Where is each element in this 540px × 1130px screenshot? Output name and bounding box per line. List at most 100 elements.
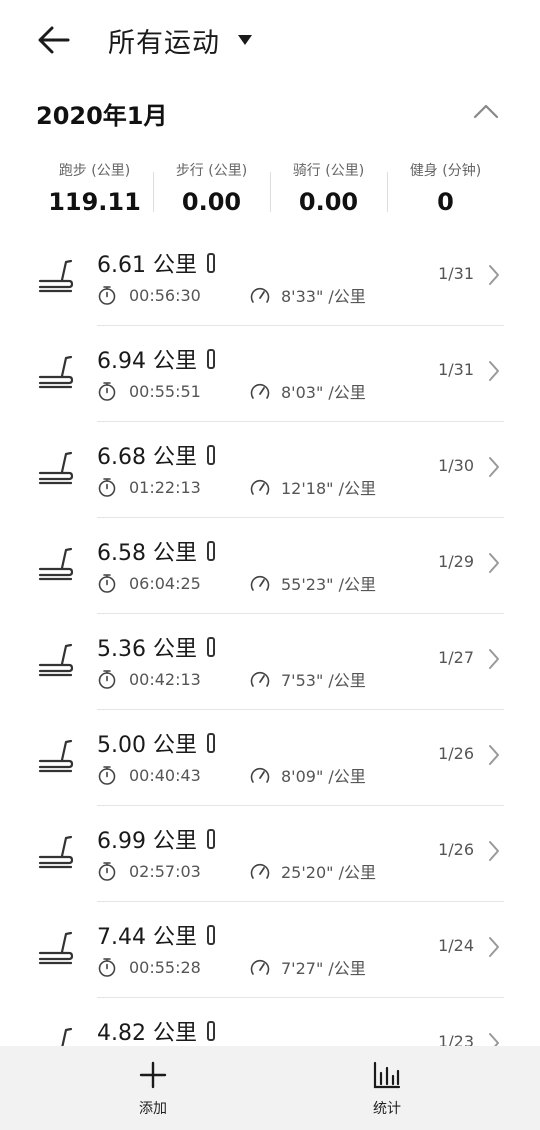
duration-value: 06:04:25 <box>129 573 201 593</box>
summary-cycling: 骑行 (公里) 0.00 <box>270 158 387 222</box>
workout-row[interactable]: 5.36 公里 00:42:13 7'53" /公里 1/27 <box>0 614 540 710</box>
pace-value: 8'33" /公里 <box>281 287 366 306</box>
workout-details: 4.82 公里 <box>97 1016 427 1046</box>
workout-row[interactable]: 6.58 公里 06:04:25 55'23" /公里 1/29 <box>0 518 540 614</box>
chevron-up-icon[interactable] <box>472 100 500 122</box>
workout-details: 6.99 公里 02:57:03 25'20" /公里 <box>97 824 427 886</box>
workout-date: 1/26 <box>438 744 474 763</box>
workout-details: 6.58 公里 06:04:25 55'23" /公里 <box>97 536 427 598</box>
metrics-line: 00:56:30 8'33" /公里 <box>97 280 427 310</box>
stopwatch-icon <box>98 478 116 497</box>
treadmill-icon <box>38 547 74 581</box>
distance-value: 6.61 公里 <box>97 253 197 278</box>
workout-date: 1/24 <box>438 936 474 955</box>
speedometer-icon <box>250 479 270 495</box>
add-label: 添加 <box>139 1101 167 1117</box>
band-icon <box>206 1021 215 1041</box>
duration-value: 00:56:30 <box>129 285 201 305</box>
workout-details: 7.44 公里 00:55:28 7'27" /公里 <box>97 920 427 982</box>
workout-date: 1/31 <box>438 264 474 283</box>
summary-running: 跑步 (公里) 119.11 <box>36 158 153 222</box>
chevron-right-icon <box>489 745 499 765</box>
treadmill-icon <box>38 451 74 485</box>
stopwatch-icon <box>98 286 116 305</box>
workout-details: 6.94 公里 00:55:51 8'03" /公里 <box>97 344 427 406</box>
distance-line: 6.61 公里 <box>97 248 427 278</box>
chevron-right-icon <box>489 1033 499 1046</box>
distance-line: 6.99 公里 <box>97 824 427 854</box>
workout-date: 1/26 <box>438 840 474 859</box>
band-icon <box>206 349 215 369</box>
pace-value: 55'23" /公里 <box>281 575 376 594</box>
month-summary: 跑步 (公里) 119.11 步行 (公里) 0.00 骑行 (公里) 0.00… <box>36 158 504 222</box>
distance-line: 6.68 公里 <box>97 440 427 470</box>
activity-type-selector[interactable]: 所有运动 <box>108 20 252 60</box>
workout-row[interactable]: 7.44 公里 00:55:28 7'27" /公里 1/24 <box>0 902 540 998</box>
duration-value: 00:55:28 <box>129 957 201 977</box>
pace-value: 25'20" /公里 <box>281 863 376 882</box>
bar-chart-icon <box>373 1061 401 1089</box>
workout-list[interactable]: 6.61 公里 00:56:30 8'33" /公里 1/31 6.94 公里 … <box>0 230 540 1046</box>
summary-value: 0.00 <box>181 188 242 216</box>
band-icon <box>206 829 215 849</box>
chevron-right-icon <box>489 265 499 285</box>
distance-line: 6.94 公里 <box>97 344 427 374</box>
treadmill-icon <box>38 931 74 965</box>
treadmill-icon <box>38 355 74 389</box>
distance-value: 6.99 公里 <box>97 829 197 854</box>
chevron-right-icon <box>489 649 499 669</box>
stats-button[interactable]: 统计 <box>347 1060 427 1124</box>
workout-row[interactable]: 5.00 公里 00:40:43 8'09" /公里 1/26 <box>0 710 540 806</box>
band-icon <box>206 925 215 945</box>
summary-value: 0.00 <box>298 188 359 216</box>
distance-value: 4.82 公里 <box>97 1021 197 1046</box>
treadmill-icon <box>38 835 74 869</box>
stopwatch-icon <box>98 766 116 785</box>
stopwatch-icon <box>98 382 116 401</box>
treadmill-icon <box>38 739 74 773</box>
header: 所有运动 <box>0 0 540 82</box>
workout-details: 6.68 公里 01:22:13 12'18" /公里 <box>97 440 427 502</box>
stopwatch-icon <box>98 670 116 689</box>
stopwatch-icon <box>98 958 116 977</box>
workout-row[interactable]: 6.99 公里 02:57:03 25'20" /公里 1/26 <box>0 806 540 902</box>
chevron-right-icon <box>489 841 499 861</box>
band-icon <box>206 541 215 561</box>
distance-value: 6.68 公里 <box>97 445 197 470</box>
summary-label: 骑行 (公里) <box>292 163 365 179</box>
speedometer-icon <box>250 959 270 975</box>
metrics-line: 00:40:43 8'09" /公里 <box>97 760 427 790</box>
distance-value: 7.44 公里 <box>97 925 197 950</box>
distance-value: 5.00 公里 <box>97 733 197 758</box>
month-label: 2020年1月 <box>36 102 168 130</box>
arrow-left-icon[interactable] <box>36 22 72 58</box>
caret-down-icon <box>238 35 252 45</box>
workout-details: 6.61 公里 00:56:30 8'33" /公里 <box>97 248 427 310</box>
duration-value: 00:42:13 <box>129 669 201 689</box>
workout-row[interactable]: 6.61 公里 00:56:30 8'33" /公里 1/31 <box>0 230 540 326</box>
metrics-line: 00:55:28 7'27" /公里 <box>97 952 427 982</box>
speedometer-icon <box>250 767 270 783</box>
workout-row[interactable]: 6.68 公里 01:22:13 12'18" /公里 1/30 <box>0 422 540 518</box>
distance-line: 4.82 公里 <box>97 1016 427 1046</box>
workout-row[interactable]: 4.82 公里 1/23 <box>0 998 540 1046</box>
metrics-line: 02:57:03 25'20" /公里 <box>97 856 427 886</box>
pace-value: 7'27" /公里 <box>281 959 366 978</box>
metrics-line: 06:04:25 55'23" /公里 <box>97 568 427 598</box>
summary-walking: 步行 (公里) 0.00 <box>153 158 270 222</box>
summary-label: 跑步 (公里) <box>58 163 131 179</box>
pace-value: 8'09" /公里 <box>281 767 366 786</box>
chevron-right-icon <box>489 457 499 477</box>
treadmill-icon <box>38 259 74 293</box>
workout-details: 5.00 公里 00:40:43 8'09" /公里 <box>97 728 427 790</box>
speedometer-icon <box>250 287 270 303</box>
stopwatch-icon <box>98 862 116 881</box>
add-button[interactable]: 添加 <box>113 1060 193 1124</box>
month-header[interactable]: 2020年1月 <box>0 92 540 136</box>
speedometer-icon <box>250 575 270 591</box>
summary-fitness: 健身 (分钟) 0 <box>387 158 504 222</box>
workout-row[interactable]: 6.94 公里 00:55:51 8'03" /公里 1/31 <box>0 326 540 422</box>
pace-value: 7'53" /公里 <box>281 671 366 690</box>
distance-line: 5.00 公里 <box>97 728 427 758</box>
workout-date: 1/27 <box>438 648 474 667</box>
